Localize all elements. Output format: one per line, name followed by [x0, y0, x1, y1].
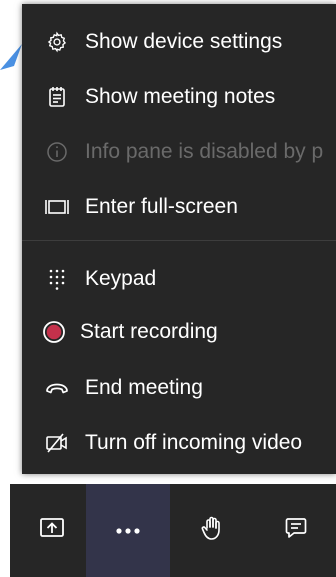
share-screen-icon	[39, 516, 65, 545]
info-pane-label: Info pane is disabled by p	[85, 140, 324, 163]
show-device-settings-label: Show device settings	[85, 30, 283, 53]
show-meeting-notes-item[interactable]: Show meeting notes	[22, 72, 336, 122]
raise-hand-button[interactable]	[170, 484, 254, 577]
video-off-icon	[45, 431, 69, 455]
keypad-item[interactable]: Keypad	[22, 254, 336, 304]
hang-up-icon	[45, 376, 69, 400]
notes-icon	[45, 85, 69, 109]
pointer-arrow-icon	[0, 44, 22, 70]
meeting-toolbar	[10, 484, 336, 577]
fullscreen-icon	[45, 195, 69, 219]
keypad-label: Keypad	[85, 267, 157, 290]
share-screen-button[interactable]	[10, 484, 94, 577]
show-device-settings-item[interactable]: Show device settings	[22, 17, 336, 67]
raise-hand-icon	[200, 515, 224, 546]
info-pane-item: Info pane is disabled by p	[22, 127, 336, 177]
turn-off-incoming-video-label: Turn off incoming video	[85, 431, 303, 454]
record-icon	[42, 320, 66, 344]
chat-button[interactable]	[254, 484, 336, 577]
end-meeting-label: End meeting	[85, 376, 203, 399]
enter-full-screen-label: Enter full-screen	[85, 195, 238, 218]
start-recording-item[interactable]: Start recording	[22, 307, 336, 357]
gear-icon	[45, 30, 69, 54]
start-recording-label: Start recording	[80, 320, 218, 343]
menu-divider	[22, 240, 336, 241]
show-meeting-notes-label: Show meeting notes	[85, 85, 276, 108]
enter-full-screen-item[interactable]: Enter full-screen	[22, 182, 336, 232]
turn-off-incoming-video-item[interactable]: Turn off incoming video	[22, 418, 336, 468]
info-icon	[45, 140, 69, 164]
more-options-icon	[115, 522, 141, 540]
keypad-icon	[45, 267, 69, 291]
more-options-button[interactable]	[86, 484, 170, 577]
more-options-menu: Show device settings Show meeting notes …	[22, 4, 336, 474]
end-meeting-item[interactable]: End meeting	[22, 363, 336, 413]
chat-icon	[284, 516, 308, 545]
